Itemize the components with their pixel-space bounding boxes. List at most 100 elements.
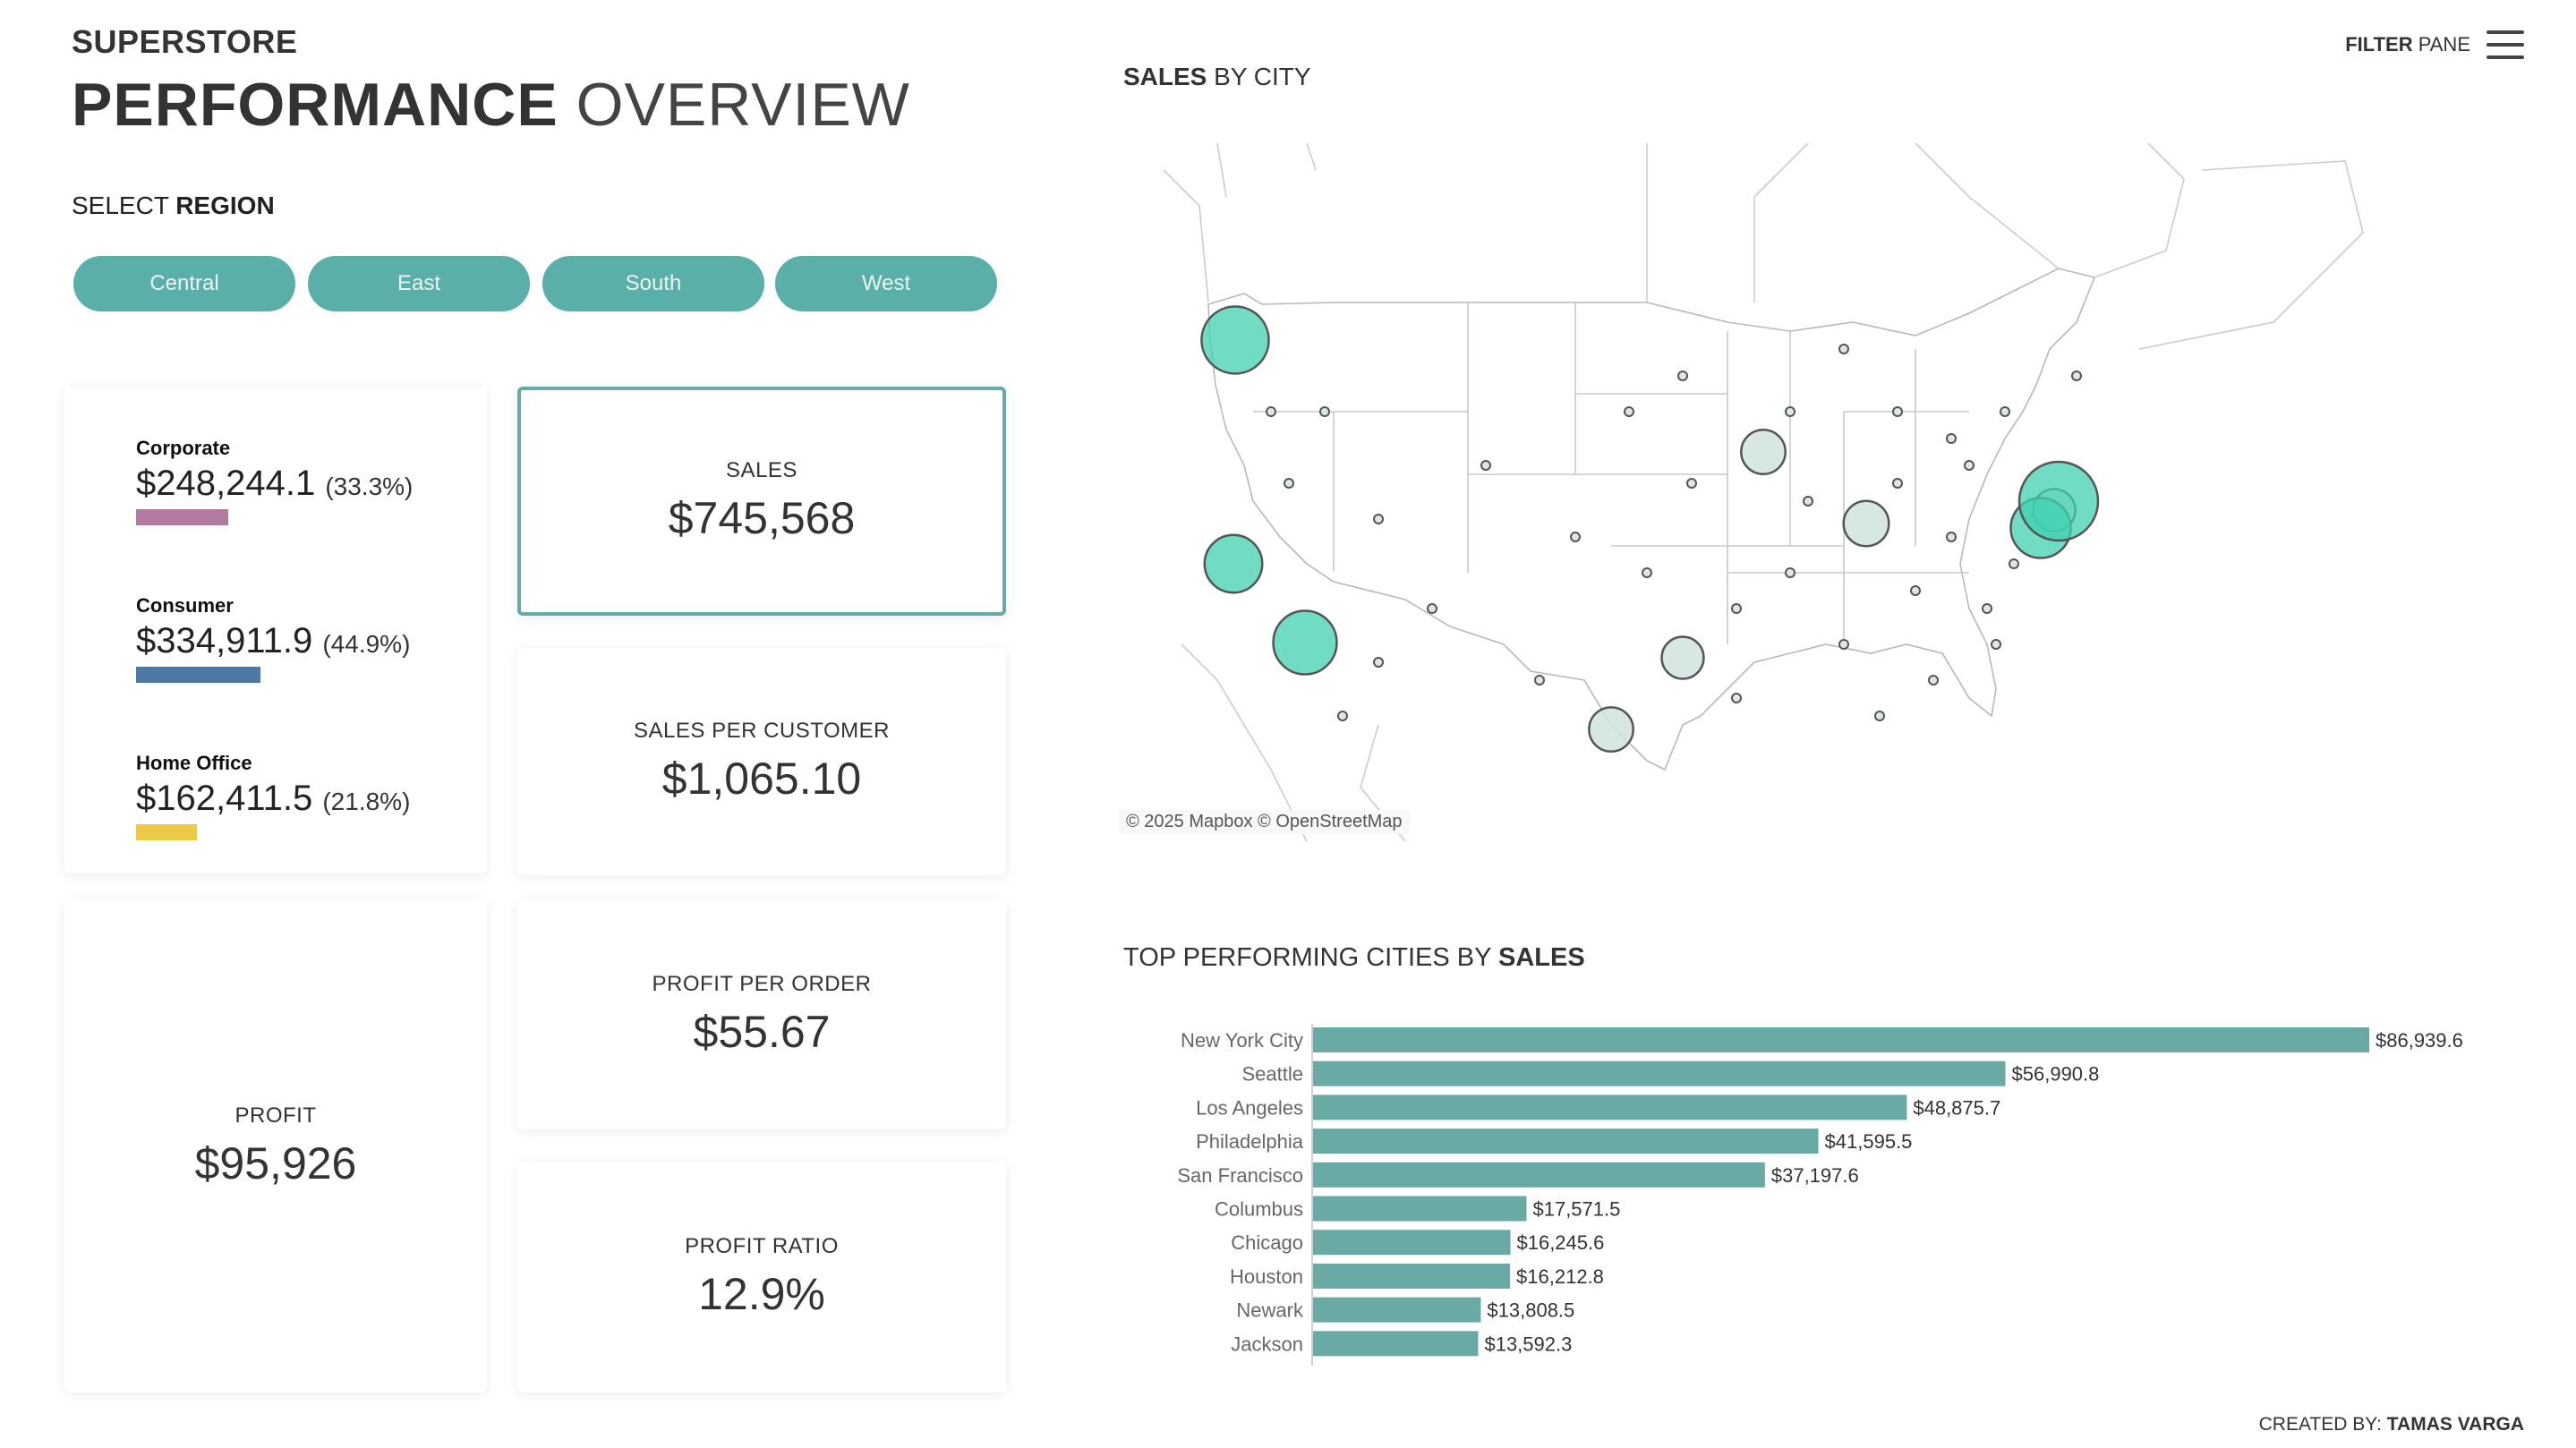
kpi-card-profit-per-order[interactable]: PROFIT PER ORDER $55.67 (517, 900, 1006, 1129)
bar-category-label: Philadelphia (1196, 1130, 1304, 1153)
segment-name: Corporate (136, 437, 231, 459)
kpi-card-sales-per-customer[interactable]: SALES PER CUSTOMER $1,065.10 (517, 648, 1006, 875)
region-button-south[interactable]: South (542, 256, 764, 311)
map-title-bold: SALES (1123, 63, 1207, 90)
city-bubble-small[interactable] (1838, 344, 1849, 354)
city-bubble-small[interactable] (1892, 406, 1903, 417)
bar-category-label: Jackson (1231, 1333, 1303, 1355)
city-bubble-small[interactable] (1373, 657, 1384, 668)
bar[interactable] (1313, 1162, 1765, 1188)
brand-title: SUPERSTORE (72, 23, 298, 60)
city-bubble-small[interactable] (2009, 558, 2019, 569)
city-bubble-small[interactable] (1337, 711, 1348, 721)
city-bubble[interactable] (1588, 706, 1634, 753)
sales-by-city-map[interactable] (1110, 143, 2399, 850)
city-bubble-small[interactable] (1686, 478, 1697, 489)
city-bubble-small[interactable] (1480, 460, 1491, 471)
city-bubble-small[interactable] (1785, 406, 1796, 417)
city-bubble-small[interactable] (1964, 460, 1975, 471)
footer-credit: CREATED BY: TAMAS VARGA (2259, 1414, 2524, 1435)
bar[interactable] (1313, 1297, 1481, 1323)
filter-pane-toggle[interactable]: FILTER PANE (2345, 30, 2524, 59)
city-bubble-small[interactable] (1946, 433, 1957, 444)
region-button-east[interactable]: East (308, 256, 530, 311)
city-bubble-small[interactable] (1838, 639, 1849, 650)
kpi-card-profit-ratio[interactable]: PROFIT RATIO 12.9% (517, 1162, 1006, 1393)
city-bubble-small[interactable] (1373, 514, 1384, 524)
bar[interactable] (1313, 1027, 2369, 1052)
bar-chart-title-bold: SALES (1497, 943, 1585, 972)
segment-consumer[interactable]: Consumer $334,911.9 (44.9%) (136, 594, 410, 683)
bar-chart-title: TOP PERFORMING CITIES BY SALES (1123, 943, 1585, 973)
city-bubble-small[interactable] (1892, 478, 1903, 489)
city-bubble-small[interactable] (1266, 406, 1276, 417)
city-bubble-small[interactable] (1677, 371, 1688, 381)
city-bubble-small[interactable] (1570, 532, 1581, 542)
region-button-central[interactable]: Central (73, 256, 295, 311)
city-bubble-small[interactable] (1910, 585, 1921, 596)
city-bubble-small[interactable] (1284, 478, 1294, 489)
segment-share-bar (136, 667, 261, 683)
bar[interactable] (1313, 1230, 1511, 1256)
segment-home-office[interactable]: Home Office $162,411.5 (21.8%) (136, 752, 410, 840)
bar[interactable] (1313, 1263, 1511, 1289)
bar-category-label: New York City (1181, 1029, 1303, 1052)
city-bubble-small[interactable] (1534, 675, 1545, 686)
region-selector-label: SELECT REGION (72, 192, 275, 220)
city-bubble-small[interactable] (2071, 371, 2082, 381)
city-bubble-small[interactable] (1427, 603, 1437, 614)
bar[interactable] (1313, 1331, 1479, 1357)
bar-value-label: $48,875.7 (1913, 1096, 2000, 1119)
city-bubble[interactable] (2017, 460, 2100, 542)
city-bubble-small[interactable] (1731, 603, 1742, 614)
city-bubble-small[interactable] (1874, 711, 1885, 721)
segment-corporate[interactable]: Corporate $248,244.1 (33.3%) (136, 437, 413, 525)
bar[interactable] (1313, 1060, 2006, 1086)
segment-value: $248,244.1 (33.3%) (136, 464, 413, 504)
map-title-light: BY CITY (1214, 63, 1311, 90)
city-bubble-small[interactable] (1946, 532, 1957, 542)
bar-value-label: $86,939.6 (2376, 1029, 2463, 1052)
city-bubble-small[interactable] (1928, 675, 1939, 686)
segment-percent: (33.3%) (325, 473, 414, 500)
footer-prefix: CREATED BY: (2258, 1414, 2382, 1435)
segment-sales: $334,911.9 (136, 621, 313, 660)
bar[interactable] (1313, 1129, 1819, 1154)
city-bubble[interactable] (1200, 305, 1270, 375)
city-bubble-small[interactable] (1803, 496, 1813, 507)
kpi-card-profit[interactable]: PROFIT $95,926 (64, 900, 487, 1393)
bar-value-label: $17,571.5 (1532, 1198, 1620, 1221)
city-bubble-small[interactable] (1319, 406, 1330, 417)
bar-category-label: Newark (1236, 1299, 1304, 1322)
city-bubble[interactable] (1203, 533, 1264, 594)
city-bubble[interactable] (1660, 635, 1705, 680)
bar[interactable] (1313, 1196, 1527, 1222)
bar-value-label: $13,592.3 (1484, 1333, 1572, 1355)
page-title: PERFORMANCE OVERVIEW (72, 70, 910, 140)
filter-pane-label-bold: FILTER (2345, 33, 2413, 55)
city-bubble-small[interactable] (1642, 567, 1652, 578)
city-bubble[interactable] (1842, 499, 1890, 548)
city-bubble-small[interactable] (1982, 603, 1992, 614)
segment-value: $334,911.9 (44.9%) (136, 621, 410, 661)
city-bubble-small[interactable] (1785, 567, 1796, 578)
map-basemap (1163, 143, 2364, 842)
map-attribution[interactable]: © 2025 Mapbox © OpenStreetMap (1119, 810, 1410, 834)
bar-category-label: San Francisco (1177, 1164, 1303, 1187)
city-bubble-small[interactable] (2000, 406, 2010, 417)
top-cities-bar-chart: New York City $86,939.6 Seattle $56,990.8 Lo… (1177, 1024, 2463, 1366)
city-bubble[interactable] (1272, 609, 1338, 676)
kpi-card-sales[interactable]: SALES $745,568 (517, 387, 1006, 616)
city-bubble[interactable] (1740, 429, 1787, 475)
city-bubble-small[interactable] (1991, 639, 2001, 650)
hamburger-menu-icon[interactable] (2486, 30, 2524, 59)
bar[interactable] (1313, 1095, 1907, 1120)
bar-value-label: $41,595.5 (1825, 1130, 1913, 1153)
page-title-bold: PERFORMANCE (72, 71, 559, 139)
segment-value: $162,411.5 (21.8%) (136, 779, 410, 819)
city-bubble-small[interactable] (1731, 693, 1742, 703)
region-button-west[interactable]: West (775, 256, 997, 311)
segment-sales: $248,244.1 (136, 464, 316, 503)
bar-value-label: $56,990.8 (2012, 1063, 2100, 1086)
city-bubble-small[interactable] (1624, 406, 1634, 417)
